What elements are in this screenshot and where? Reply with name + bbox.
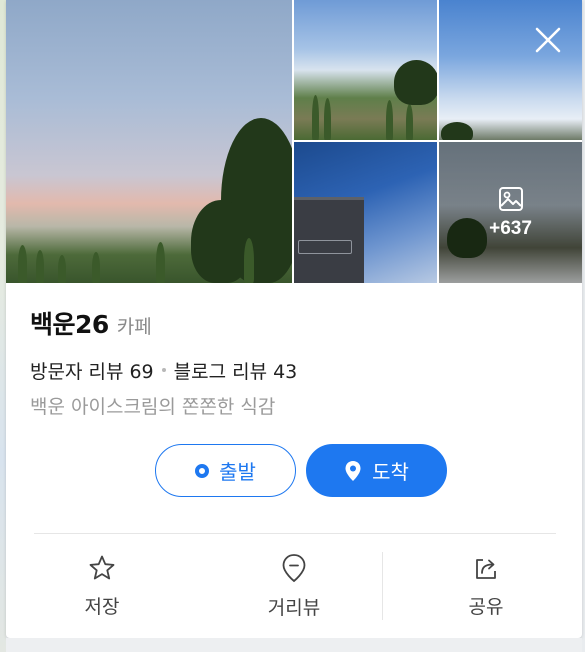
origin-dot-icon <box>195 463 210 478</box>
action-separator <box>382 552 383 620</box>
share-button[interactable]: 공유 <box>390 534 582 638</box>
photo-thumb-1[interactable] <box>294 0 437 140</box>
arrive-button[interactable]: 도착 <box>306 444 447 497</box>
image-icon <box>498 186 523 211</box>
blog-review-label: 블로그 리뷰 <box>173 360 268 383</box>
place-name[interactable]: 백운26 <box>30 305 109 341</box>
streetview-button[interactable]: 거리뷰 <box>198 534 390 638</box>
photo-gallery: +637 <box>6 0 582 283</box>
card-bottom-margin <box>6 638 582 652</box>
title-row: 백운26 카페 <box>30 305 582 345</box>
save-label: 저장 <box>84 595 120 618</box>
visitor-review-count: 69 <box>129 360 154 383</box>
more-photos-button[interactable]: +637 <box>439 142 582 283</box>
blog-review-count: 43 <box>273 360 298 383</box>
blog-review-link[interactable]: 블로그 리뷰 43 <box>174 357 298 384</box>
photo-thumb-3[interactable] <box>294 142 437 283</box>
place-card: +637 백운26 카페 방문자 리뷰 69 블로그 리뷰 43 백운 아이스크림의… <box>6 0 582 638</box>
depart-label: 출발 <box>219 460 256 484</box>
close-button[interactable] <box>528 20 568 60</box>
place-info: 백운26 카페 방문자 리뷰 69 블로그 리뷰 43 백운 아이스크림의 쫀쫀한 … <box>6 283 582 497</box>
visitor-review-label: 방문자 리뷰 <box>30 360 124 383</box>
save-button[interactable]: 저장 <box>6 534 198 638</box>
action-bar: 저장 거리뷰 공유 <box>6 534 582 638</box>
close-icon <box>535 27 561 53</box>
route-buttons: 출발 도착 <box>30 444 582 497</box>
review-row: 방문자 리뷰 69 블로그 리뷰 43 <box>30 356 582 384</box>
visitor-review-link[interactable]: 방문자 리뷰 69 <box>30 357 154 384</box>
share-label: 공유 <box>468 595 504 618</box>
depart-button[interactable]: 출발 <box>155 444 296 497</box>
place-category: 카페 <box>116 316 152 338</box>
share-icon <box>476 558 496 579</box>
streetview-label: 거리뷰 <box>267 596 321 619</box>
building-image <box>294 197 364 283</box>
photo-main[interactable] <box>6 0 292 283</box>
map-pin-icon <box>282 553 306 582</box>
star-icon <box>89 555 115 579</box>
more-photos-count: +637 <box>489 217 532 239</box>
location-pin-icon <box>345 460 361 481</box>
arrive-label: 도착 <box>372 460 409 484</box>
place-description: 백운 아이스크림의 쫀쫀한 식감 <box>30 396 276 418</box>
separator-dot <box>161 368 166 372</box>
